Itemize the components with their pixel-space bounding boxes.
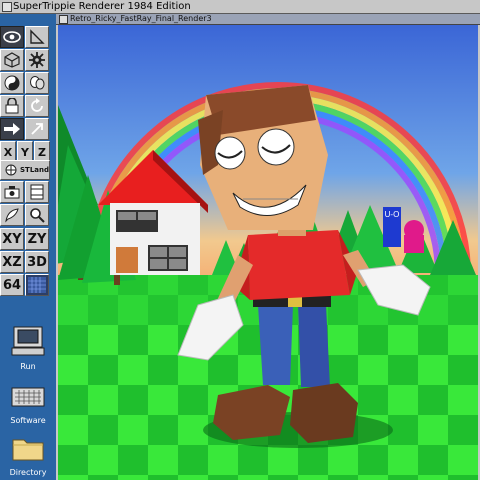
lock-tool[interactable] bbox=[0, 95, 24, 117]
plane-xy-button[interactable]: XY bbox=[0, 228, 24, 250]
masks-tool[interactable] bbox=[25, 72, 49, 94]
run-label: Run bbox=[20, 362, 36, 371]
dither-pattern-tool[interactable] bbox=[25, 274, 49, 296]
app-title-bar: SuperTrippie Renderer 1984 Edition bbox=[0, 0, 480, 14]
yinyang-tool[interactable] bbox=[0, 72, 24, 94]
plane-xz-button[interactable]: XZ bbox=[0, 251, 24, 273]
film-tool[interactable] bbox=[25, 181, 49, 203]
eye-icon bbox=[3, 31, 21, 43]
software-label: Software bbox=[10, 416, 46, 425]
move-tool[interactable] bbox=[0, 118, 24, 140]
camera-icon bbox=[4, 186, 20, 199]
lock-icon bbox=[5, 98, 19, 114]
rotate-tool[interactable] bbox=[25, 95, 49, 117]
view-eye-tool[interactable] bbox=[0, 26, 24, 48]
scale-tool[interactable] bbox=[25, 118, 49, 140]
plane-zy-button[interactable]: ZY bbox=[25, 228, 49, 250]
sign-text: U-O bbox=[385, 210, 400, 219]
rendered-scene: U-O bbox=[58, 25, 478, 480]
cube-tool[interactable] bbox=[0, 49, 24, 71]
stland-button[interactable]: STLand bbox=[0, 160, 50, 180]
window-close-box[interactable] bbox=[59, 15, 68, 24]
magnifier-icon bbox=[30, 208, 45, 223]
app-title: SuperTrippie Renderer 1984 Edition bbox=[13, 1, 191, 12]
scale-arrow-icon bbox=[31, 123, 43, 135]
settings-tool[interactable] bbox=[25, 49, 49, 71]
window-title-bar[interactable]: Retro_Ricky_FastRay_Final_Render3 bbox=[56, 14, 480, 25]
rotate-icon bbox=[31, 98, 43, 112]
keyboard-icon bbox=[11, 387, 45, 407]
sidebar: X Y Z STLand XY ZY XZ 3D 64 Run Software… bbox=[0, 14, 56, 480]
render-window: Retro_Ricky_FastRay_Final_Render3 U-O bbox=[56, 14, 480, 480]
window-title: Retro_Ricky_FastRay_Final_Render3 bbox=[70, 14, 212, 23]
zoom-tool[interactable] bbox=[25, 204, 49, 226]
run-desktop-icon[interactable]: Run bbox=[6, 326, 50, 371]
bits-64-button[interactable]: 64 bbox=[0, 274, 24, 296]
cube-icon bbox=[4, 52, 20, 68]
feather-tool[interactable] bbox=[0, 204, 24, 226]
folder-icon bbox=[12, 439, 44, 461]
angle-icon bbox=[30, 29, 45, 44]
software-desktop-icon[interactable]: Software bbox=[6, 382, 50, 425]
view-3d-button[interactable]: 3D bbox=[25, 251, 49, 273]
gear-icon bbox=[29, 52, 45, 68]
angle-tool[interactable] bbox=[25, 26, 49, 48]
feather-icon bbox=[5, 208, 19, 223]
directory-label: Directory bbox=[9, 468, 47, 477]
dither-pattern-icon bbox=[28, 277, 46, 293]
camera-tool[interactable] bbox=[0, 181, 24, 203]
globe-icon bbox=[5, 164, 17, 176]
yinyang-icon bbox=[4, 75, 20, 91]
film-icon bbox=[30, 184, 44, 200]
directory-desktop-icon[interactable]: Directory bbox=[6, 434, 50, 477]
render-viewport[interactable]: U-O bbox=[58, 25, 478, 480]
close-box[interactable] bbox=[2, 2, 12, 12]
theater-masks-icon bbox=[30, 76, 45, 90]
computer-icon bbox=[11, 326, 45, 356]
arrow-right-icon bbox=[4, 123, 20, 135]
